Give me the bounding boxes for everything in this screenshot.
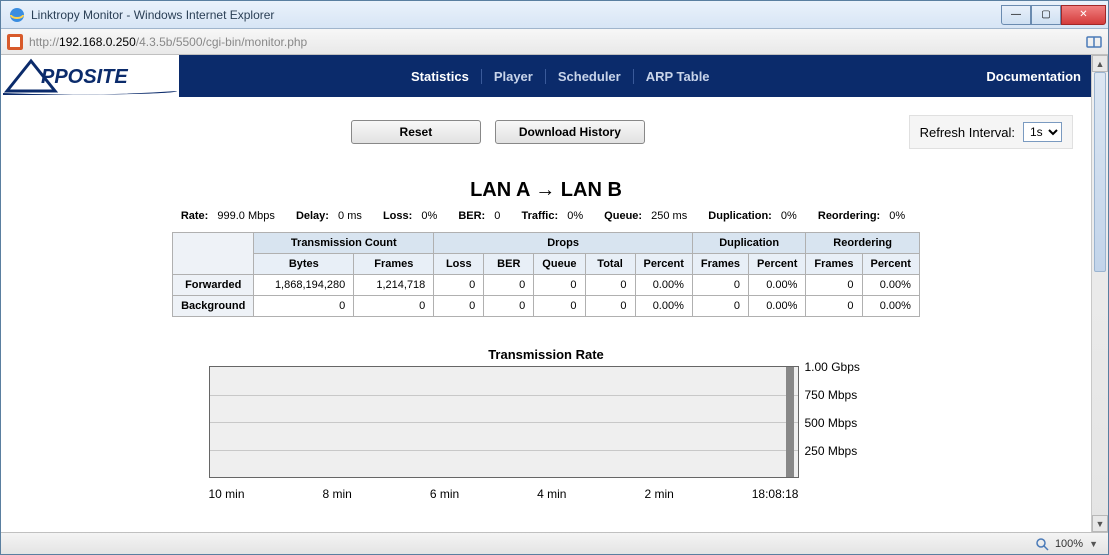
nav-player[interactable]: Player <box>482 69 546 84</box>
stats-table: Transmission Count Drops Duplication Reo… <box>172 232 920 317</box>
row-forwarded-label: Forwarded <box>173 275 254 296</box>
th-ber: BER <box>484 254 534 275</box>
cell: 0 <box>434 275 484 296</box>
zoom-dropdown-icon[interactable]: ▼ <box>1089 539 1098 549</box>
nav-statistics[interactable]: Statistics <box>399 69 482 84</box>
nav-documentation[interactable]: Documentation <box>986 69 1081 84</box>
scroll-thumb[interactable] <box>1094 72 1106 272</box>
xlabel: 10 min <box>209 487 245 501</box>
col-transmission: Transmission Count <box>254 233 434 254</box>
col-duplication: Duplication <box>692 233 806 254</box>
cell: 0.00% <box>635 275 692 296</box>
params-row: Rate: 999.0 Mbps Delay: 0 ms Loss: 0% BE… <box>1 210 1091 222</box>
window-minimize-button[interactable]: — <box>1001 5 1031 25</box>
url-display[interactable]: http://192.168.0.250/4.3.5b/5500/cgi-bin… <box>29 35 307 49</box>
window-close-button[interactable]: ✕ <box>1061 5 1106 25</box>
xlabel: 8 min <box>323 487 352 501</box>
cell: 0 <box>434 296 484 317</box>
cell: 0 <box>692 296 748 317</box>
cell: 0 <box>354 296 434 317</box>
cell: 0.00% <box>862 275 919 296</box>
favicon-icon <box>7 34 23 50</box>
ylabel: 750 Mbps <box>805 388 858 402</box>
cell: 0 <box>534 275 585 296</box>
th-loss: Loss <box>434 254 484 275</box>
cell: 0.00% <box>635 296 692 317</box>
download-history-button[interactable]: Download History <box>495 120 645 144</box>
nav-arp-table[interactable]: ARP Table <box>634 69 722 84</box>
xlabel: 18:08:18 <box>752 487 799 501</box>
xlabel: 2 min <box>644 487 673 501</box>
url-path: /4.3.5b/5500/cgi-bin/monitor.php <box>136 35 307 49</box>
xlabel: 6 min <box>430 487 459 501</box>
scroll-up-button[interactable]: ▲ <box>1092 55 1108 72</box>
svg-text:PPOSITE: PPOSITE <box>41 66 128 88</box>
refresh-interval-select[interactable]: 1s <box>1023 122 1062 142</box>
th-total: Total <box>585 254 635 275</box>
chart-x-axis: 10 min 8 min 6 min 4 min 2 min 18:08:18 <box>209 481 799 501</box>
url-host: 192.168.0.250 <box>59 35 136 49</box>
th-bytes: Bytes <box>254 254 354 275</box>
cell: 0.00% <box>749 275 806 296</box>
statusbar: 100% ▼ <box>1 532 1108 554</box>
cell: 0 <box>585 296 635 317</box>
magnifier-icon[interactable] <box>1035 537 1049 551</box>
window-maximize-button[interactable]: ▢ <box>1031 5 1061 25</box>
th-frames: Frames <box>354 254 434 275</box>
nav-scheduler[interactable]: Scheduler <box>546 69 634 84</box>
cell: 0.00% <box>749 296 806 317</box>
scroll-down-button[interactable]: ▼ <box>1092 515 1108 532</box>
cell: 0 <box>806 275 862 296</box>
cell: 0.00% <box>862 296 919 317</box>
th-queue: Queue <box>534 254 585 275</box>
table-row: Forwarded 1,868,194,280 1,214,718 0 0 0 … <box>173 275 920 296</box>
row-background-label: Background <box>173 296 254 317</box>
ylabel: 1.00 Gbps <box>805 360 860 374</box>
titlebar: Linktropy Monitor - Windows Internet Exp… <box>1 1 1108 29</box>
xlabel: 4 min <box>537 487 566 501</box>
cell: 0 <box>692 275 748 296</box>
cell: 0 <box>484 296 534 317</box>
cell: 1,868,194,280 <box>254 275 354 296</box>
navbar: PPOSITE TECHNOLOGIES Statistics Player S… <box>1 55 1091 97</box>
ie-icon <box>9 7 25 23</box>
cell: 0 <box>254 296 354 317</box>
th-reorder-percent: Percent <box>862 254 919 275</box>
svg-text:TECHNOLOGIES: TECHNOLOGIES <box>111 88 163 94</box>
cell: 0 <box>484 275 534 296</box>
th-dup-percent: Percent <box>749 254 806 275</box>
address-bar: http://192.168.0.250/4.3.5b/5500/cgi-bin… <box>1 29 1108 55</box>
compat-view-icon[interactable] <box>1086 34 1102 50</box>
cell: 0 <box>534 296 585 317</box>
cell: 0 <box>806 296 862 317</box>
th-percent: Percent <box>635 254 692 275</box>
zoom-level[interactable]: 100% <box>1055 538 1083 550</box>
col-drops: Drops <box>434 233 693 254</box>
vertical-scrollbar[interactable]: ▲ ▼ <box>1091 55 1108 532</box>
ylabel: 500 Mbps <box>805 416 858 430</box>
url-prefix: http:// <box>29 35 59 49</box>
cell: 0 <box>585 275 635 296</box>
ylabel: 250 Mbps <box>805 444 858 458</box>
col-reordering: Reordering <box>806 233 920 254</box>
chart-current-bar <box>786 367 794 477</box>
reset-button[interactable]: Reset <box>351 120 481 144</box>
window-title: Linktropy Monitor - Windows Internet Exp… <box>31 8 274 22</box>
table-row: Background 0 0 0 0 0 0 0.00% 0 0.00% 0 0… <box>173 296 920 317</box>
refresh-interval-panel: Refresh Interval: 1s <box>909 115 1073 149</box>
chart-title: Transmission Rate <box>1 347 1091 362</box>
cell: 1,214,718 <box>354 275 434 296</box>
nav-links: Statistics Player Scheduler ARP Table <box>399 69 722 84</box>
th-dup-frames: Frames <box>692 254 748 275</box>
transmission-rate-chart <box>209 366 799 478</box>
refresh-label: Refresh Interval: <box>920 125 1015 140</box>
th-reorder-frames: Frames <box>806 254 862 275</box>
chart-y-axis: 1.00 Gbps 750 Mbps 500 Mbps 250 Mbps <box>799 366 884 478</box>
logo: PPOSITE TECHNOLOGIES <box>1 55 179 97</box>
direction-heading: LAN A → LAN B <box>1 179 1091 202</box>
